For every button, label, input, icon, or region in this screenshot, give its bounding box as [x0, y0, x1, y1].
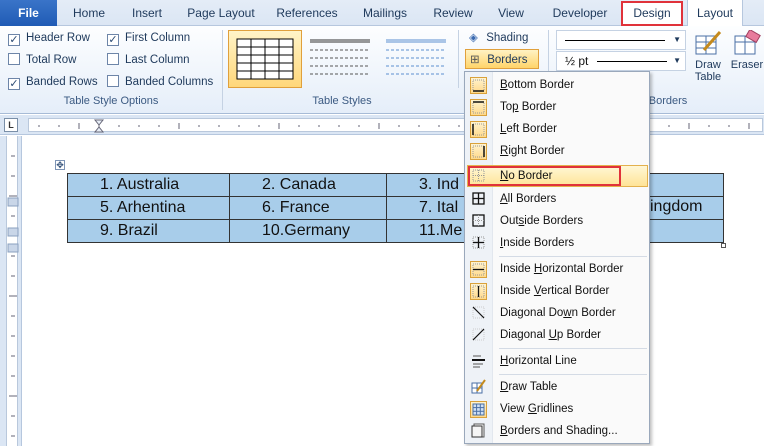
all-borders-icon	[470, 191, 487, 208]
right-border-icon	[470, 143, 487, 160]
table-cell[interactable]: 10.Germany	[229, 219, 387, 243]
table-styles-gallery[interactable]	[226, 30, 456, 88]
cell-overflow-text: ingdom	[650, 198, 703, 215]
menu-item-borders-and-shading[interactable]: Borders and Shading...	[465, 420, 649, 442]
ribbon-tab-bar: File Home Insert Page Layout References …	[0, 0, 764, 26]
menu-item-all-borders[interactable]: All Borders	[465, 188, 649, 210]
eraser-icon	[734, 28, 761, 55]
tab-layout[interactable]: Layout	[687, 0, 743, 26]
checkbox-banded-rows[interactable]: ✓ Banded Rows	[8, 74, 98, 90]
vertical-ruler[interactable]	[0, 136, 22, 446]
inside-horizontal-border-icon	[470, 261, 487, 278]
checkbox-banded-columns[interactable]: Banded Columns	[107, 74, 213, 90]
menu-item-draw-table[interactable]: Draw Table	[465, 376, 649, 398]
top-border-icon	[470, 99, 487, 116]
table-cell[interactable]: 5. Arhentina	[67, 196, 230, 220]
table-cell[interactable]: 6. France	[229, 196, 387, 220]
draw-table-icon	[470, 379, 487, 396]
diagonal-down-border-icon	[470, 305, 487, 322]
menu-item-diagonal-down-border[interactable]: Diagonal Down Border	[465, 302, 649, 324]
menu-item-inside-horizontal-border[interactable]: Inside Horizontal Border	[465, 258, 649, 280]
chevron-down-icon: ▼	[673, 35, 681, 44]
tab-design[interactable]: Design	[621, 1, 683, 26]
checkbox-first-column[interactable]: ✓ First Column	[107, 30, 190, 46]
table-move-handle-icon[interactable]: ✥	[55, 160, 65, 170]
tab-file[interactable]: File	[0, 0, 57, 26]
eraser-button[interactable]: Eraser	[730, 28, 764, 92]
check-icon: ✓	[8, 34, 20, 46]
tab-review[interactable]: Review	[424, 0, 482, 26]
group-label-table-style-options: Table Style Options	[63, 95, 159, 107]
tab-references[interactable]: References	[266, 0, 348, 26]
menu-item-right-border[interactable]: Right Border	[465, 140, 649, 162]
table-style-thumbnail[interactable]	[228, 30, 302, 88]
view-gridlines-icon	[470, 401, 487, 418]
inside-borders-icon	[470, 235, 487, 252]
table-style-thumbnail[interactable]	[380, 30, 454, 88]
table-resize-handle[interactable]	[721, 243, 726, 248]
borders-dropdown-menu: Bottom Border Top Border Left Border Rig…	[464, 71, 650, 444]
tab-view[interactable]: View	[488, 0, 534, 26]
tab-home[interactable]: Home	[62, 0, 116, 26]
tab-developer[interactable]: Developer	[544, 0, 616, 26]
diagonal-up-border-icon	[470, 327, 487, 344]
menu-item-inside-vertical-border[interactable]: Inside Vertical Border	[465, 280, 649, 302]
menu-item-horizontal-line[interactable]: Horizontal Line	[465, 350, 649, 372]
menu-item-view-gridlines[interactable]: View Gridlines	[465, 398, 649, 420]
horizontal-line-icon	[470, 353, 487, 370]
menu-item-top-border[interactable]: Top Border	[465, 96, 649, 118]
inside-vertical-border-icon	[470, 283, 487, 300]
left-border-icon	[470, 121, 487, 138]
pen-weight-dropdown[interactable]: ½ pt ▼	[556, 51, 686, 71]
tab-page-layout[interactable]: Page Layout	[180, 0, 262, 26]
document-page[interactable]: ✥ 1. Australia 2. Canada 3. Ind 5. Arhen…	[23, 136, 764, 446]
pencil-icon	[695, 31, 722, 55]
menu-item-diagonal-up-border[interactable]: Diagonal Up Border	[465, 324, 649, 346]
table-style-thumbnail[interactable]	[304, 30, 378, 88]
borders-button[interactable]: ⊞ Borders ▼	[465, 49, 539, 85]
tab-selector-icon[interactable]: L	[4, 118, 18, 132]
check-icon: ✓	[8, 78, 20, 90]
tab-mailings[interactable]: Mailings	[352, 0, 418, 26]
checkbox-total-row[interactable]: Total Row	[8, 52, 77, 68]
borders-and-shading-icon	[470, 423, 487, 440]
menu-item-inside-borders[interactable]: Inside Borders	[465, 232, 649, 254]
table-cell[interactable]: 9. Brazil	[67, 219, 230, 243]
table-cell[interactable]: 2. Canada	[229, 173, 387, 197]
menu-item-outside-borders[interactable]: Outside Borders	[465, 210, 649, 232]
bottom-border-icon	[470, 77, 487, 94]
chevron-down-icon: ▼	[673, 56, 681, 65]
draw-table-button[interactable]: Draw Table	[690, 30, 726, 92]
no-border-red-highlight	[468, 166, 621, 186]
pen-style-dropdown[interactable]: ▼	[556, 30, 686, 50]
table-cell[interactable]: 1. Australia	[67, 173, 230, 197]
tab-insert[interactable]: Insert	[120, 0, 174, 26]
checkbox-last-column[interactable]: Last Column	[107, 52, 190, 68]
group-label-table-styles: Table Styles	[312, 95, 372, 107]
shading-button[interactable]: ◈ Shading ▼	[465, 28, 539, 63]
checkbox-header-row[interactable]: ✓ Header Row	[8, 30, 90, 46]
paint-bucket-icon: ◈	[469, 32, 478, 44]
menu-item-left-border[interactable]: Left Border	[465, 118, 649, 140]
menu-item-bottom-border[interactable]: Bottom Border	[465, 74, 649, 96]
outside-borders-icon	[470, 213, 487, 230]
check-icon: ✓	[107, 34, 119, 46]
borders-icon: ⊞	[470, 54, 480, 66]
